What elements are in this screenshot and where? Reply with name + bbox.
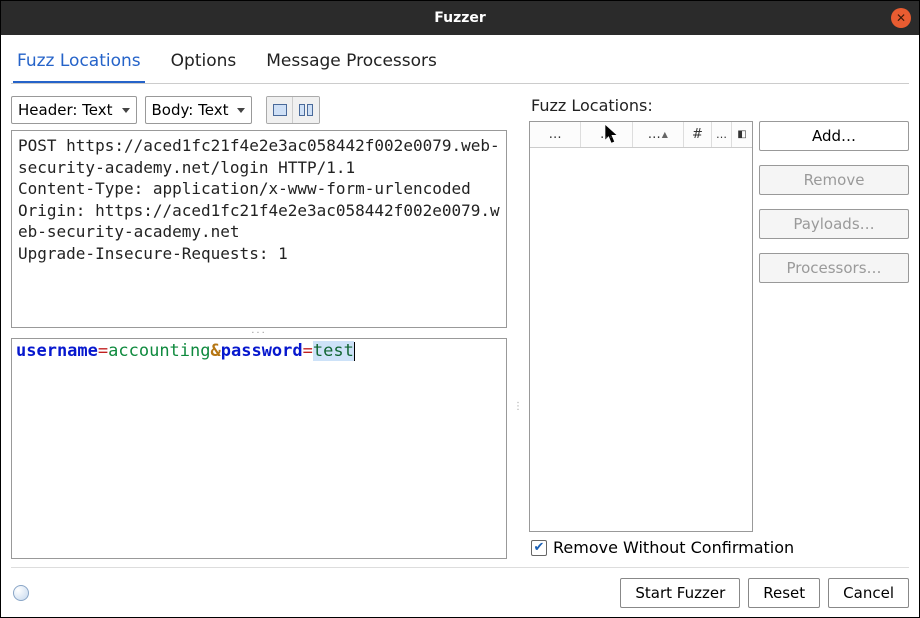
start-fuzzer-button[interactable]: Start Fuzzer bbox=[620, 578, 740, 608]
locations-table-body bbox=[530, 148, 752, 531]
locations-pane: Fuzz Locations: … … …▲ # … ◧ bbox=[529, 94, 909, 559]
close-button[interactable]: ✕ bbox=[891, 8, 911, 28]
payloads-button[interactable]: Payloads… bbox=[759, 209, 909, 239]
columns-config-icon: ◧ bbox=[737, 129, 746, 140]
body-token: = bbox=[98, 341, 108, 361]
layout-combined-button[interactable] bbox=[267, 97, 293, 123]
chevron-down-icon bbox=[237, 108, 245, 113]
tab-message-processors[interactable]: Message Processors bbox=[262, 43, 441, 83]
locations-table[interactable]: … … …▲ # … ◧ bbox=[529, 121, 753, 532]
locations-row: … … …▲ # … ◧ Add… Remove Payloads… bbox=[529, 121, 909, 532]
bottom-bar: Start Fuzzer Reset Cancel bbox=[11, 567, 909, 611]
header-view-select[interactable]: Header: Text bbox=[11, 96, 137, 124]
body-token: test bbox=[313, 341, 354, 361]
col-count[interactable]: # bbox=[684, 122, 712, 147]
status-globe-icon[interactable] bbox=[13, 585, 29, 601]
body-view-select[interactable]: Body: Text bbox=[145, 96, 253, 124]
remove-without-confirmation-checkbox[interactable]: ✔ bbox=[531, 540, 547, 556]
tab-fuzz-locations[interactable]: Fuzz Locations bbox=[13, 43, 145, 83]
chevron-down-icon bbox=[122, 108, 130, 113]
processors-button[interactable]: Processors… bbox=[759, 253, 909, 283]
body-token: password bbox=[221, 341, 303, 361]
remove-without-confirmation-row: ✔ Remove Without Confirmation bbox=[529, 532, 909, 559]
request-boxes: POST https://aced1fc21f4e2e3ac058442f002… bbox=[11, 130, 507, 559]
body-view-label: Body: Text bbox=[152, 101, 229, 119]
sort-asc-icon: ▲ bbox=[662, 130, 668, 139]
add-button[interactable]: Add… bbox=[759, 121, 909, 151]
request-body-text[interactable]: username=accounting&password=test bbox=[11, 338, 507, 559]
vertical-split-handle[interactable]: ⋮ bbox=[515, 94, 521, 559]
text-caret bbox=[354, 342, 355, 361]
locations-label: Fuzz Locations: bbox=[529, 94, 909, 121]
layout-split-button[interactable] bbox=[293, 97, 319, 123]
col-1[interactable]: … bbox=[530, 122, 581, 147]
col-3[interactable]: …▲ bbox=[633, 122, 684, 147]
main-area: Header: Text Body: Text bbox=[11, 94, 909, 559]
split-pane-icon bbox=[299, 104, 313, 116]
window-title: Fuzzer bbox=[434, 10, 486, 26]
tab-bar: Fuzz Locations Options Message Processor… bbox=[11, 43, 909, 84]
locations-table-header: … … …▲ # … ◧ bbox=[530, 122, 752, 148]
horizontal-split-handle[interactable]: ··· bbox=[11, 328, 507, 338]
body-token: = bbox=[303, 341, 313, 361]
request-pane: Header: Text Body: Text bbox=[11, 94, 507, 559]
request-header-text[interactable]: POST https://aced1fc21f4e2e3ac058442f002… bbox=[11, 130, 507, 328]
fuzzer-dialog: Fuzzer ✕ Fuzz Locations Options Message … bbox=[0, 0, 920, 618]
request-toolbar: Header: Text Body: Text bbox=[11, 94, 507, 130]
remove-without-confirmation-label: Remove Without Confirmation bbox=[553, 538, 794, 557]
body-token: accounting bbox=[108, 341, 210, 361]
body-token: & bbox=[211, 341, 221, 361]
layout-toggle-group bbox=[266, 96, 320, 124]
reset-button[interactable]: Reset bbox=[748, 578, 820, 608]
content-area: Fuzz Locations Options Message Processor… bbox=[1, 35, 919, 617]
single-pane-icon bbox=[273, 104, 287, 116]
cancel-button[interactable]: Cancel bbox=[828, 578, 909, 608]
body-token: username bbox=[16, 341, 98, 361]
header-view-label: Header: Text bbox=[18, 101, 113, 119]
tab-options[interactable]: Options bbox=[167, 43, 241, 83]
titlebar: Fuzzer ✕ bbox=[1, 1, 919, 35]
remove-button[interactable]: Remove bbox=[759, 165, 909, 195]
col-2[interactable]: … bbox=[581, 122, 632, 147]
col-5[interactable]: … bbox=[712, 122, 732, 147]
locations-button-column: Add… Remove Payloads… Processors… bbox=[759, 121, 909, 532]
col-config[interactable]: ◧ bbox=[732, 122, 752, 147]
close-icon: ✕ bbox=[896, 11, 906, 25]
